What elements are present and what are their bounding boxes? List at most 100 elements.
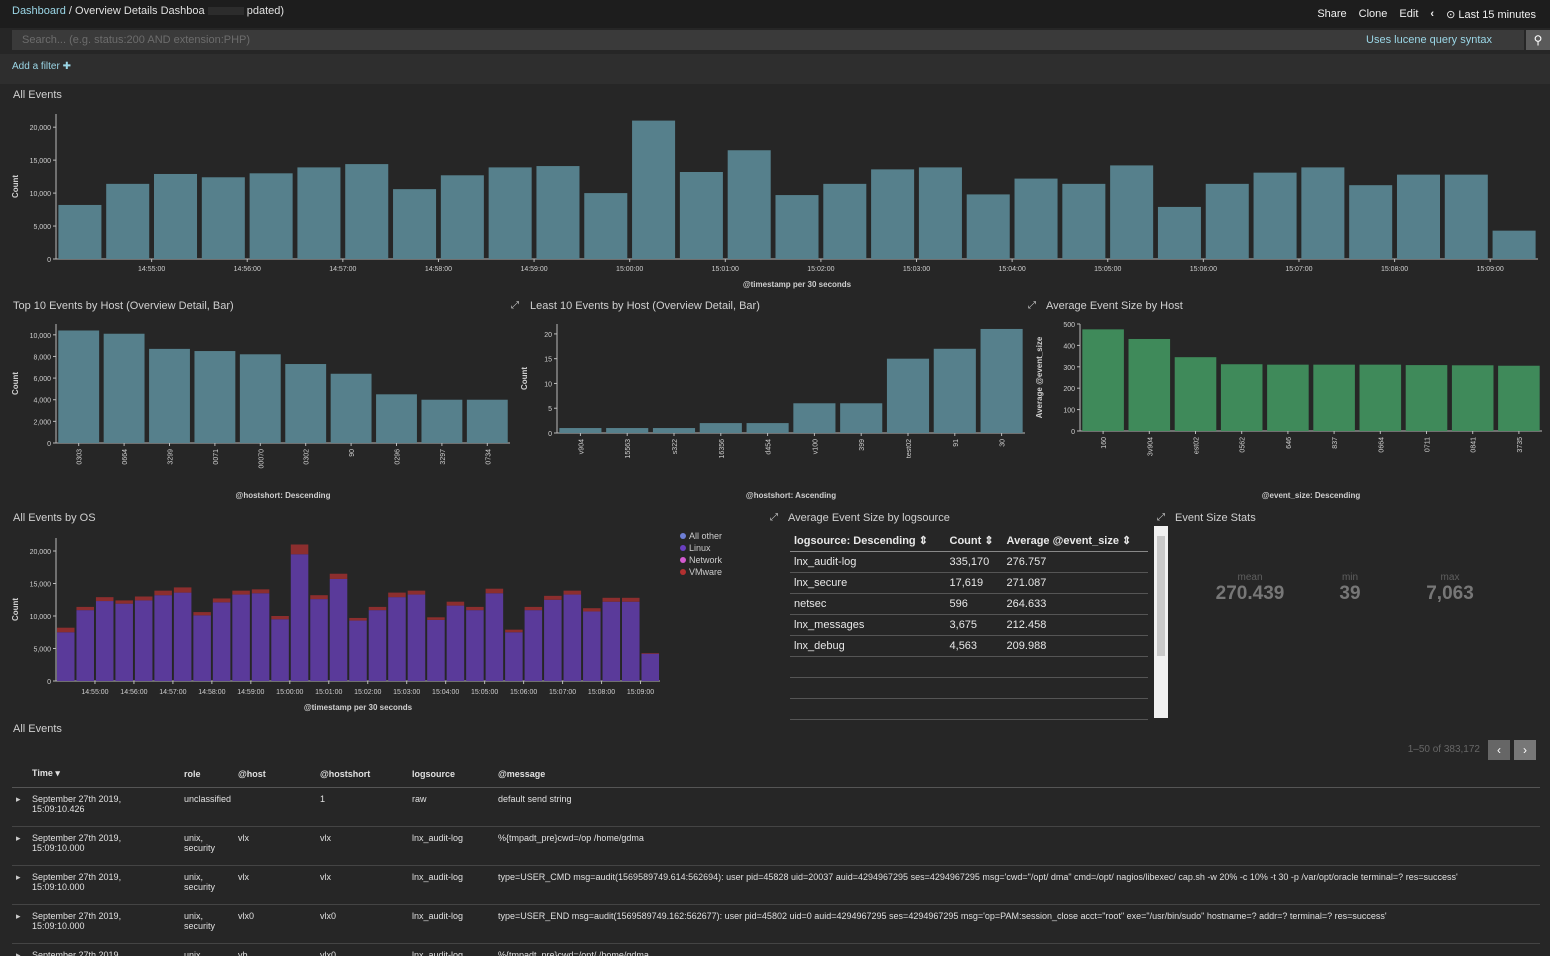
add-filter-button[interactable]: Add a filter ✚ bbox=[12, 61, 71, 72]
least10-chart: 0 5 10 15 20 Count @hostshort: Ascending v904 15… bbox=[520, 324, 1025, 500]
expand-icon[interactable]: ⤢ bbox=[770, 512, 778, 523]
table-row[interactable]: ▸September 27th 2019, 15:09:10.000unix, … bbox=[12, 826, 1540, 866]
legend-dot bbox=[680, 569, 686, 575]
x-tick-label: 3735 bbox=[1517, 437, 1524, 453]
x-tick-label: 15:05:00 bbox=[471, 689, 498, 696]
bar bbox=[173, 592, 192, 681]
share-button[interactable]: Share bbox=[1317, 8, 1346, 21]
empty-row bbox=[790, 656, 1148, 678]
bar bbox=[1396, 174, 1440, 259]
table-cell: %{tmpadt_pre}cwd=/op /home/gdma bbox=[494, 826, 1540, 866]
legend-item-vmware[interactable]: VMware bbox=[680, 566, 722, 578]
edit-button[interactable]: Edit bbox=[1399, 8, 1418, 21]
lucene-syntax-link[interactable]: Uses lucene query syntax bbox=[1366, 34, 1492, 46]
x-tick-label: 3v904 bbox=[1147, 437, 1154, 456]
bar bbox=[285, 364, 327, 443]
column-header-hostshort[interactable]: @hostshort bbox=[316, 760, 408, 788]
column-header-time[interactable]: Time ▾ bbox=[28, 760, 180, 788]
breadcrumb-dashboard-link[interactable]: Dashboard bbox=[12, 5, 66, 17]
redacted-block bbox=[207, 7, 244, 16]
breadcrumb-separator: / bbox=[68, 5, 72, 17]
column-header-role[interactable]: role bbox=[180, 760, 234, 788]
bar bbox=[271, 616, 289, 620]
column-header[interactable]: logsource: Descending ⇕ bbox=[790, 530, 946, 552]
expand-icon[interactable]: ⤢ bbox=[1028, 300, 1036, 311]
y-tick-label: 0 bbox=[1071, 429, 1075, 436]
legend-item-network[interactable]: Network bbox=[680, 554, 722, 566]
bar bbox=[505, 629, 523, 633]
bar bbox=[606, 428, 649, 433]
expand-icon[interactable]: ⤢ bbox=[511, 300, 519, 311]
clone-button[interactable]: Clone bbox=[1359, 8, 1388, 21]
x-tick-label: 15:00:00 bbox=[276, 689, 303, 696]
table-row: lnx_audit-log 335,170 276.757 bbox=[790, 551, 1148, 573]
bar bbox=[775, 195, 819, 259]
table-row[interactable]: ▸ September 27th 2019, 15:09:10.426 unclas… bbox=[12, 787, 1540, 827]
bar bbox=[349, 617, 367, 621]
search-button[interactable]: ⚲ bbox=[1526, 30, 1550, 50]
x-tick-label: 0296 bbox=[395, 449, 402, 465]
table-cell: unix, security bbox=[180, 826, 234, 866]
x-tick-label: 0664 bbox=[122, 449, 129, 465]
x-axis-label: @timestamp per 30 seconds bbox=[304, 703, 413, 712]
legend-label: Linux bbox=[689, 543, 711, 553]
expand-row-icon[interactable]: ▸ bbox=[12, 826, 28, 866]
scrollbar-thumb[interactable] bbox=[1157, 536, 1165, 656]
bar bbox=[154, 590, 172, 596]
legend-item-all-other[interactable]: All other bbox=[680, 530, 722, 542]
bar bbox=[1128, 338, 1171, 431]
table-cell: 276.757 bbox=[1002, 551, 1148, 573]
bar bbox=[201, 177, 245, 259]
bar bbox=[376, 394, 417, 443]
bar bbox=[544, 595, 562, 600]
panel-title-avg-logsource: Average Event Size by logsource bbox=[788, 512, 950, 524]
y-tick-label: 300 bbox=[1063, 365, 1075, 372]
expand-row-icon[interactable]: ▸ bbox=[12, 865, 28, 905]
expand-row-icon[interactable]: ▸ bbox=[12, 904, 28, 944]
docs-table-wrap: Time ▾ role @host @hostshort logsource @… bbox=[12, 760, 1540, 956]
bar bbox=[427, 617, 445, 620]
breadcrumb: Dashboard / Overview Details Dashboa pda… bbox=[12, 5, 284, 17]
column-header-message[interactable]: @message bbox=[494, 760, 1540, 788]
bar bbox=[407, 594, 426, 681]
time-picker[interactable]: ⊙ Last 15 minutes bbox=[1446, 8, 1536, 21]
bar bbox=[584, 193, 628, 259]
bar bbox=[1349, 185, 1393, 259]
table-row[interactable]: ▸September 27th 2019, 15:09:10.000unix, … bbox=[12, 865, 1540, 905]
expand-row-icon[interactable]: ▸ bbox=[12, 943, 28, 956]
table-scrollbar[interactable] bbox=[1154, 526, 1168, 718]
chevron-left-icon[interactable]: ‹ bbox=[1430, 8, 1434, 21]
next-page-button[interactable]: › bbox=[1514, 740, 1536, 760]
x-tick-label: 837 bbox=[1332, 437, 1339, 449]
search-input[interactable] bbox=[20, 33, 1024, 47]
table-row[interactable]: ▸September 27th 2019, 15:09:10.000unix, … bbox=[12, 904, 1540, 944]
x-tick-label: 14:56:00 bbox=[234, 266, 261, 273]
bar bbox=[1359, 364, 1402, 431]
avg-size-chart: 0 100 200 300 400 500 Average @event_size @even… bbox=[1035, 322, 1542, 500]
bar bbox=[76, 606, 94, 611]
x-tick-label: 3299 bbox=[168, 449, 175, 465]
x-tick-label: 0734 bbox=[485, 449, 492, 465]
column-header[interactable]: Average @event_size ⇕ bbox=[1002, 530, 1148, 552]
column-header-logsource[interactable]: logsource bbox=[408, 760, 494, 788]
table-row: netsec 596 264.633 bbox=[790, 593, 1148, 615]
column-header[interactable]: Count ⇕ bbox=[945, 530, 1003, 552]
bar bbox=[134, 600, 153, 681]
column-header-host[interactable]: @host bbox=[234, 760, 316, 788]
x-tick-label: 14:57:00 bbox=[329, 266, 356, 273]
expand-row-icon[interactable]: ▸ bbox=[12, 787, 28, 827]
table-row[interactable]: ▸September 27th 2019, 15:09:10.000unix, … bbox=[12, 943, 1540, 956]
bar bbox=[330, 373, 372, 443]
expand-icon[interactable]: ⤢ bbox=[1157, 512, 1165, 523]
legend-item-linux[interactable]: Linux bbox=[680, 542, 722, 554]
table-cell: vlx bbox=[234, 865, 316, 905]
bar bbox=[368, 610, 387, 681]
bar bbox=[329, 573, 348, 579]
bar bbox=[388, 592, 406, 598]
table-cell: vlx bbox=[316, 865, 408, 905]
y-tick-label: 8,000 bbox=[33, 354, 51, 361]
bar bbox=[524, 606, 543, 611]
panel-title-docs: All Events bbox=[13, 723, 62, 735]
x-tick-label: 0071 bbox=[213, 449, 220, 465]
prev-page-button[interactable]: ‹ bbox=[1488, 740, 1510, 760]
